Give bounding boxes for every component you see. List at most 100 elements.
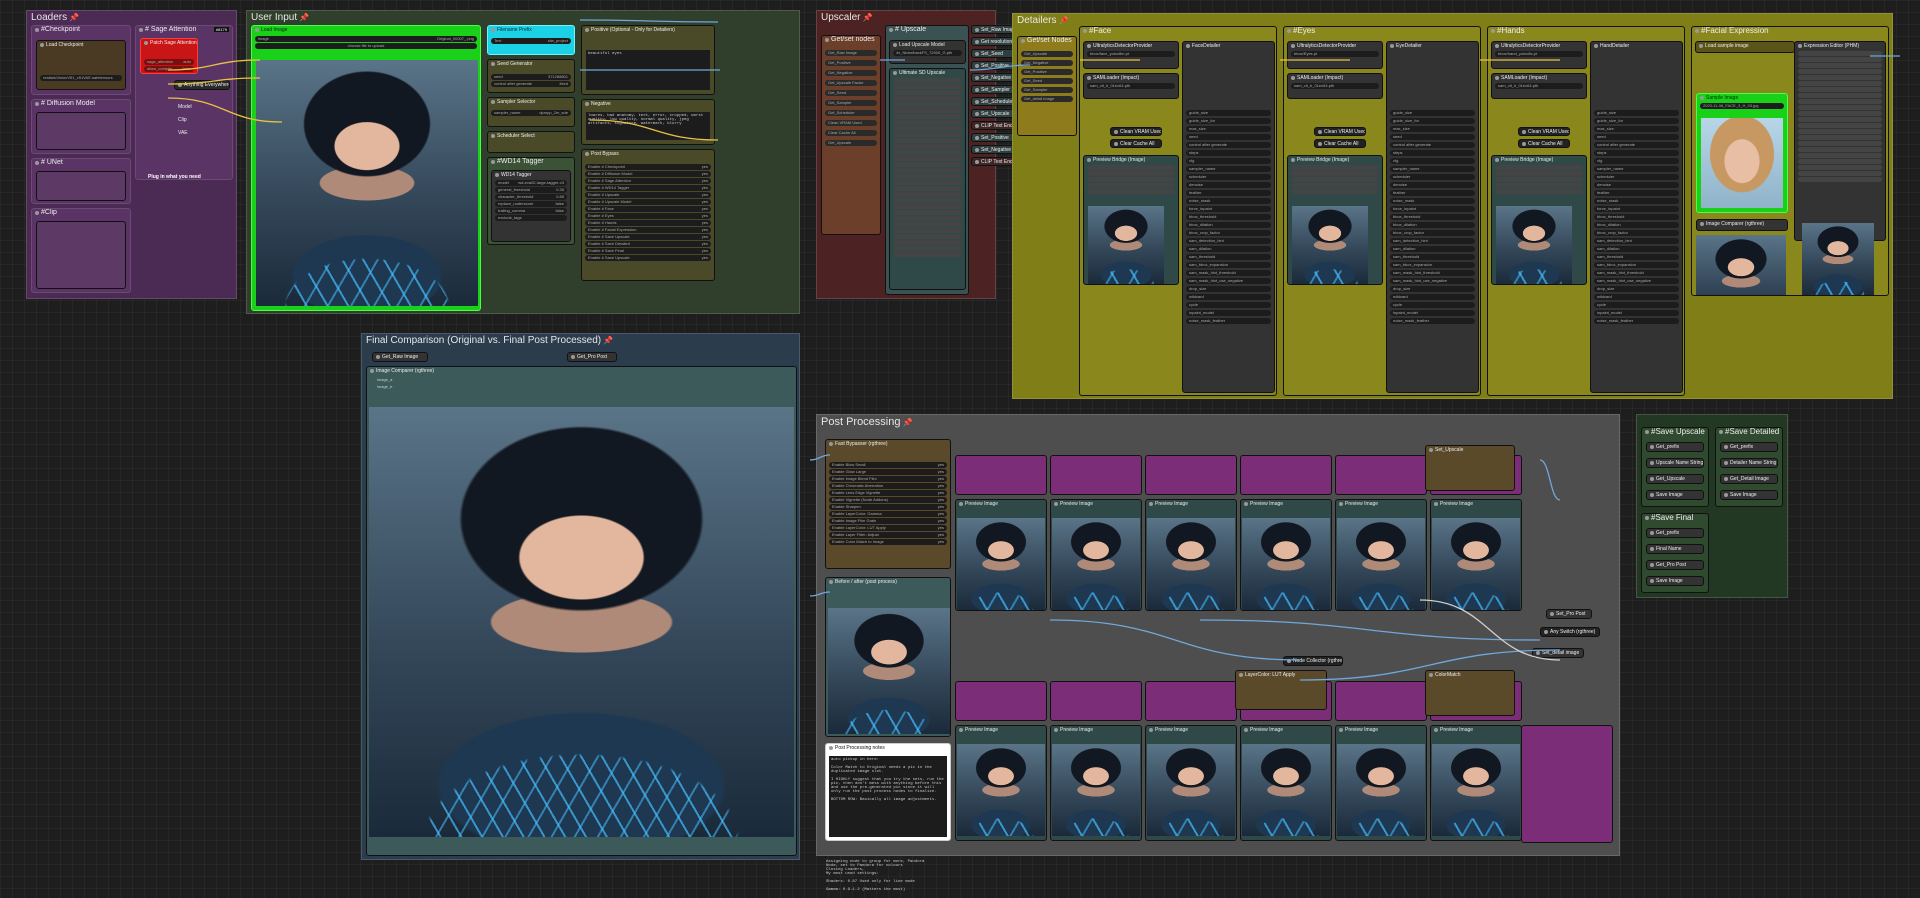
detailer-param[interactable]: denoise	[1390, 182, 1475, 188]
provider-model-field[interactable]: bbox/Eyes.pt	[1291, 51, 1379, 57]
detailer-param[interactable]: noise_mask_feather	[1390, 318, 1475, 324]
load-upscale-model-node[interactable]: Load Upscale Model 4x_NickelbackFS_72000…	[889, 40, 966, 64]
detailer-param[interactable]: inpaint_model	[1390, 310, 1475, 316]
color-match-node[interactable]: ColorMatch	[1425, 670, 1515, 716]
detailer-param[interactable]: sampler_name	[1390, 166, 1475, 172]
eyes-detailer-group[interactable]: #Eyes UltralyticsDetectorProvider bbox/Eye…	[1283, 26, 1481, 396]
detailer-param[interactable]: control after generate	[1390, 142, 1475, 148]
expression-editor-node[interactable]: Expression Editor (PHM)	[1794, 41, 1886, 241]
sage-attention-group[interactable]: # Sage Attention #8179 Patch Sage Attent…	[135, 25, 233, 180]
detailer-param[interactable]: feather	[1594, 190, 1679, 196]
allow-compile-field[interactable]: allow_compile false	[144, 66, 194, 72]
ultralytics-provider-node[interactable]: UltralyticsDetectorProvider bbox/Eyes.pt	[1287, 41, 1383, 69]
detailer-param[interactable]: sam_dilation	[1594, 246, 1679, 252]
get-node-item[interactable]: Get_Sampler	[825, 100, 877, 106]
upload-button[interactable]: choose file to upload	[255, 43, 477, 49]
pp-effect-node[interactable]	[1145, 681, 1237, 721]
detailer-param[interactable]: feather	[1390, 190, 1475, 196]
wd14-model-field[interactable]: model wd-eva02-large-tagger-v3	[495, 180, 567, 186]
slot-image-b[interactable]: image_b	[377, 384, 392, 389]
upscaler-get-nodes[interactable]: Get/set nodes Get_Raw Image Get_Positive G…	[821, 35, 881, 235]
pp-preview-node[interactable]: Preview Image	[955, 725, 1047, 841]
group-loaders[interactable]: Loaders 📌 #Checkpoint Load Checkpoint rea…	[26, 10, 237, 299]
fast-bypasser-node[interactable]: Fast Bypasser (rgthree) Enable Blow Smal…	[825, 439, 951, 569]
patch-sage-attention-node[interactable]: Patch Sage Attention KJ sage_attentionau…	[140, 38, 198, 74]
scheduler-select-node[interactable]: Scheduler Select	[487, 131, 575, 153]
expression-param[interactable]	[1798, 153, 1882, 158]
detailer-param[interactable]: wildcard	[1186, 294, 1271, 300]
preview-param[interactable]	[1291, 165, 1379, 170]
sampler-selector-node[interactable]: Sampler Selector sampler_name dpmpp_2m_sd…	[487, 97, 575, 127]
negative-prompt-node[interactable]: Negative lowres, bad anatomy, text, erro…	[581, 99, 715, 145]
group-final-comparison[interactable]: Final Comparison (Original vs. Final Pos…	[361, 333, 800, 860]
detailer-param[interactable]: drop_size	[1594, 286, 1679, 292]
any-switch-node[interactable]: Any Switch (rgthree)	[1540, 627, 1600, 637]
save-item-node[interactable]: Get_Pro Post	[1646, 560, 1704, 570]
ultimate-param[interactable]	[893, 216, 962, 221]
hands-detailer-group[interactable]: #Hands UltralyticsDetectorProvider bbox/ha…	[1487, 26, 1685, 396]
get-node-item[interactable]: Get_Sampler	[1021, 87, 1073, 93]
clear-cache-node[interactable]: Clear Cache All	[1110, 139, 1162, 148]
clean-vram-node[interactable]: Clean VRAM Used	[1110, 127, 1162, 136]
expression-param[interactable]	[1798, 69, 1882, 74]
sam-model-field[interactable]: sam_vit_b_01ec64.pth	[1291, 83, 1379, 89]
save-item-node[interactable]: Get_prefix	[1646, 442, 1704, 452]
wd14-row[interactable]: replace_underscore false	[495, 201, 567, 207]
ultimate-param[interactable]	[893, 126, 962, 131]
detailer-param[interactable]: sam_dilation	[1390, 246, 1475, 252]
ultimate-param[interactable]	[893, 240, 962, 245]
detailer-param[interactable]: denoise	[1186, 182, 1271, 188]
wd14-row[interactable]: general_threshold 0.35	[495, 187, 567, 193]
detailer-param[interactable]: control after generate	[1594, 142, 1679, 148]
expression-param[interactable]	[1798, 171, 1882, 176]
detailer-param[interactable]: noise_mask	[1390, 198, 1475, 204]
detailer-node[interactable]: EyeDetailer guide_size guide_size_for max_s…	[1386, 41, 1479, 393]
detailer-param[interactable]: guide_size	[1390, 110, 1475, 116]
detailers-get-nodes[interactable]: Get/set Nodes Get_Upscale Get_Negative Get…	[1017, 36, 1077, 136]
detailer-param[interactable]: cycle	[1594, 302, 1679, 308]
load-sample-image-node[interactable]: Load sample image	[1695, 41, 1795, 53]
pp-preview-node[interactable]: Preview Image	[1145, 499, 1237, 611]
detailer-param[interactable]: scheduler	[1186, 174, 1271, 180]
set-pro-post-node[interactable]: Set_Pro Post	[1546, 609, 1592, 619]
control-field[interactable]: control after generate fixed	[491, 81, 571, 87]
positive-text[interactable]: beautiful eyes	[586, 50, 710, 90]
pp-effect-node[interactable]	[1050, 681, 1142, 721]
get-node-item[interactable]: Clean VRAM Used	[825, 120, 877, 126]
preview-param[interactable]	[1495, 171, 1583, 176]
diffusion-node[interactable]	[36, 112, 126, 150]
bypass-toggle[interactable]: Enable # Save Detailed yes	[585, 241, 711, 247]
ultimate-param[interactable]	[893, 186, 962, 191]
save-detailed-group[interactable]: #Save Detailed Get_prefix Detailer Name St…	[1715, 427, 1783, 507]
expression-param[interactable]	[1798, 93, 1882, 98]
bypass-toggle[interactable]: Enable # Facial Expression yes	[585, 227, 711, 233]
image-comparer-expression[interactable]: Image Comparer (rgthree)	[1696, 219, 1788, 231]
pp-bypass-toggle[interactable]: Enable Color Match to Image yes	[829, 539, 947, 545]
load-checkpoint-node[interactable]: Load Checkpoint realisticVisionV51_v51VA…	[36, 40, 126, 90]
sam-model-field[interactable]: sam_vit_b_01ec64.pth	[1495, 83, 1583, 89]
preview-bridge-node[interactable]: Preview Bridge (Image)	[1083, 155, 1179, 285]
negative-text[interactable]: lowres, bad anatomy, text, error, croppe…	[586, 112, 710, 140]
detailer-param[interactable]: sam_threshold	[1186, 254, 1271, 260]
detailer-param[interactable]: noise_mask_feather	[1594, 318, 1679, 324]
get-node-item[interactable]: Get_Upscale	[1021, 51, 1073, 57]
ultimate-param[interactable]	[893, 150, 962, 155]
slot-image-a[interactable]: image_a	[377, 377, 392, 382]
save-item-node[interactable]: Save Image	[1720, 490, 1778, 500]
preview-param[interactable]	[1087, 183, 1175, 188]
detailer-node[interactable]: HandDetailer guide_size guide_size_for max_…	[1590, 41, 1683, 393]
ultimate-param[interactable]	[893, 246, 962, 251]
detailer-param[interactable]: inpaint_model	[1186, 310, 1271, 316]
detailer-param[interactable]: seed	[1390, 134, 1475, 140]
detailer-param[interactable]: wildcard	[1594, 294, 1679, 300]
expression-param[interactable]	[1798, 87, 1882, 92]
detailer-param[interactable]: bbox_crop_factor	[1186, 230, 1271, 236]
detailer-param[interactable]: sam_mask_hint_use_negative	[1390, 278, 1475, 284]
seed-field[interactable]: seed 371288801	[491, 74, 571, 80]
pp-preview-node[interactable]: Preview Image	[1430, 499, 1522, 611]
ultimate-param[interactable]	[893, 168, 962, 173]
get-node-item[interactable]: Clear Cache All	[825, 130, 877, 136]
sage-attention-field[interactable]: sage_attention auto	[144, 59, 194, 65]
bypass-toggle[interactable]: Enable # Hands yes	[585, 220, 711, 226]
group-post-processing[interactable]: Post Processing 📌 Fast Bypasser (rgthree)…	[816, 414, 1620, 856]
